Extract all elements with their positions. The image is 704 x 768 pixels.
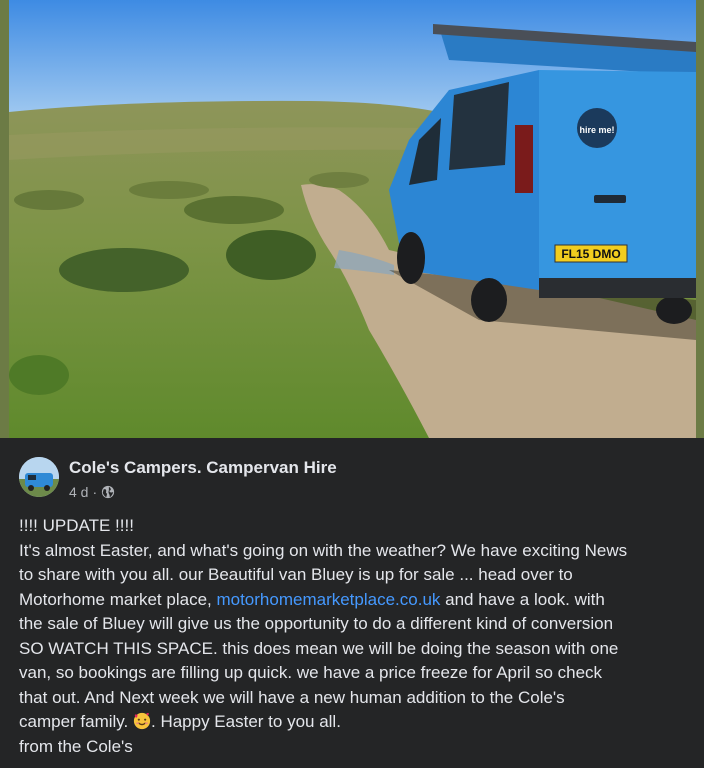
post-timestamp[interactable]: 4 d (69, 483, 88, 501)
page-name[interactable]: Cole's Campers. Campervan Hire (69, 457, 337, 479)
license-plate-text: FL15 DMO (561, 247, 620, 261)
message-line: van, so bookings are filling up quick. w… (19, 663, 603, 682)
emoji-suffix-text: . Happy Easter to you all. (151, 712, 341, 731)
smiling-face-with-hearts-icon (133, 712, 151, 730)
message-line: the sale of Bluey will give us the oppor… (19, 614, 614, 633)
message-line: SO WATCH THIS SPACE. this does mean we w… (19, 638, 619, 658)
campervan-photo: hire me! FL15 DMO (9, 0, 696, 438)
message-line-with-link: Motorhome market place, motorhomemarketp… (19, 588, 699, 613)
link-prefix-text: Motorhome market place, (19, 589, 217, 609)
post-card: Cole's Campers. Campervan Hire 4 d · !!!… (0, 438, 704, 768)
emoji-prefix-text: camper family. (19, 712, 133, 731)
message-line: It's almost Easter, and what's going on … (19, 540, 628, 560)
post-message: !!!! UPDATE !!!! It's almost Easter, and… (19, 514, 699, 759)
message-line: !!!! UPDATE !!!! (19, 516, 134, 535)
post-photo[interactable]: hire me! FL15 DMO (9, 0, 696, 438)
photo-frame: hire me! FL15 DMO (0, 0, 704, 438)
meta-separator: · (92, 484, 98, 500)
message-line: to share with you all. our Beautiful van… (19, 565, 573, 584)
message-line-with-emoji: camper family. . Happy Easter to you all… (19, 710, 699, 735)
page-avatar[interactable] (19, 457, 59, 497)
globe-icon[interactable] (101, 485, 115, 499)
message-line: from the Cole's (19, 736, 133, 756)
post-meta: 4 d · (69, 483, 115, 501)
message-line: that out. And Next week we will have a n… (19, 687, 565, 707)
campervan-avatar-icon (19, 457, 59, 497)
marketplace-link[interactable]: motorhomemarketplace.co.uk (216, 590, 440, 609)
link-suffix-text: and have a look. with (440, 589, 605, 609)
van-sticker-text: hire me! (579, 125, 614, 135)
